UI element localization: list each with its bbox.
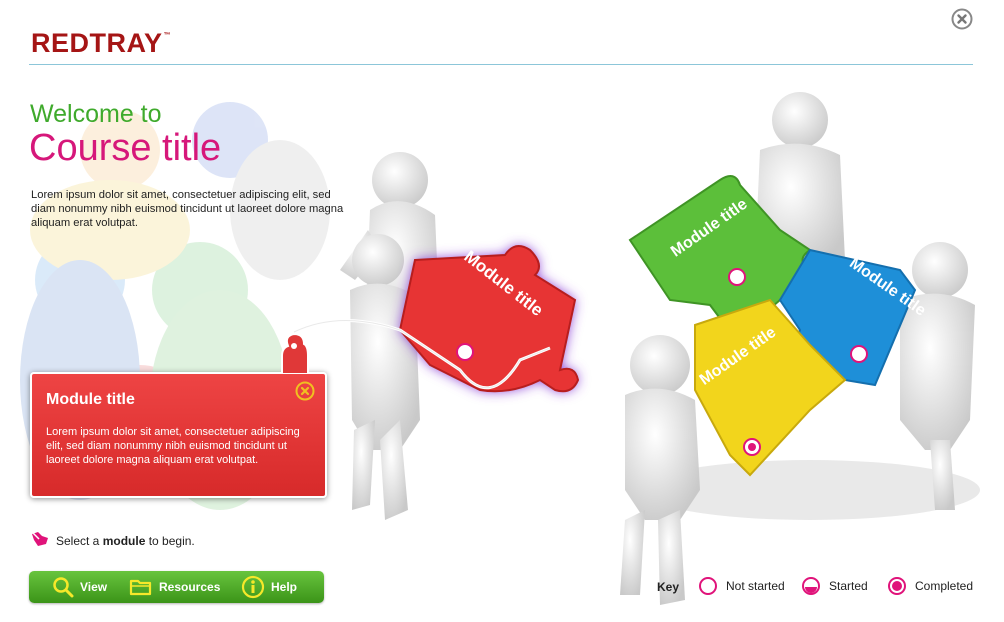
pointer-hand-icon	[32, 532, 48, 546]
help-label: Help	[271, 580, 298, 594]
view-button[interactable]: View	[52, 571, 107, 603]
resources-label: Resources	[159, 580, 221, 594]
key-label: Key	[657, 580, 680, 594]
search-icon	[53, 577, 74, 598]
welcome-heading: Welcome to	[30, 100, 162, 128]
key-completed-label: Completed	[915, 579, 974, 593]
status-completed-icon	[888, 577, 906, 595]
info-icon	[241, 575, 265, 599]
key-not-started: Not started	[698, 574, 785, 598]
instruction-text: Select a module to begin.	[56, 534, 195, 548]
header-divider	[29, 64, 973, 65]
course-title: Course title	[29, 127, 222, 169]
view-label: View	[80, 580, 108, 594]
card-tab-connector	[281, 332, 309, 374]
instruction-bold: module	[102, 534, 146, 548]
folder-icon	[129, 579, 152, 596]
status-started-icon	[802, 577, 820, 595]
key-started-label: Started	[829, 579, 868, 593]
resources-button[interactable]: Resources	[129, 571, 220, 603]
brand-logo: REDTRAY™	[31, 28, 171, 59]
key-started: Started	[801, 574, 868, 598]
module-card-title: Module title	[46, 391, 135, 408]
brand-tm: ™	[163, 32, 172, 39]
module-card-body: Lorem ipsum dolor sit amet, consectetuer…	[46, 426, 300, 466]
close-icon[interactable]	[951, 8, 973, 30]
instruction-before: Select a	[56, 534, 103, 548]
bottom-toolbar: View Resources Help	[29, 571, 324, 603]
help-button[interactable]: Help	[241, 571, 297, 603]
instruction-after: to begin.	[145, 534, 195, 548]
close-icon[interactable]	[294, 380, 316, 402]
brand-name: REDTRAY	[31, 28, 163, 58]
key-completed: Completed	[887, 574, 973, 598]
intro-text: Lorem ipsum dolor sit amet, consectetuer…	[31, 189, 344, 229]
status-not-started-icon	[699, 577, 717, 595]
key-not-started-label: Not started	[726, 579, 785, 593]
module-info-card: Module title Lorem ipsum dolor sit amet,…	[30, 372, 327, 498]
